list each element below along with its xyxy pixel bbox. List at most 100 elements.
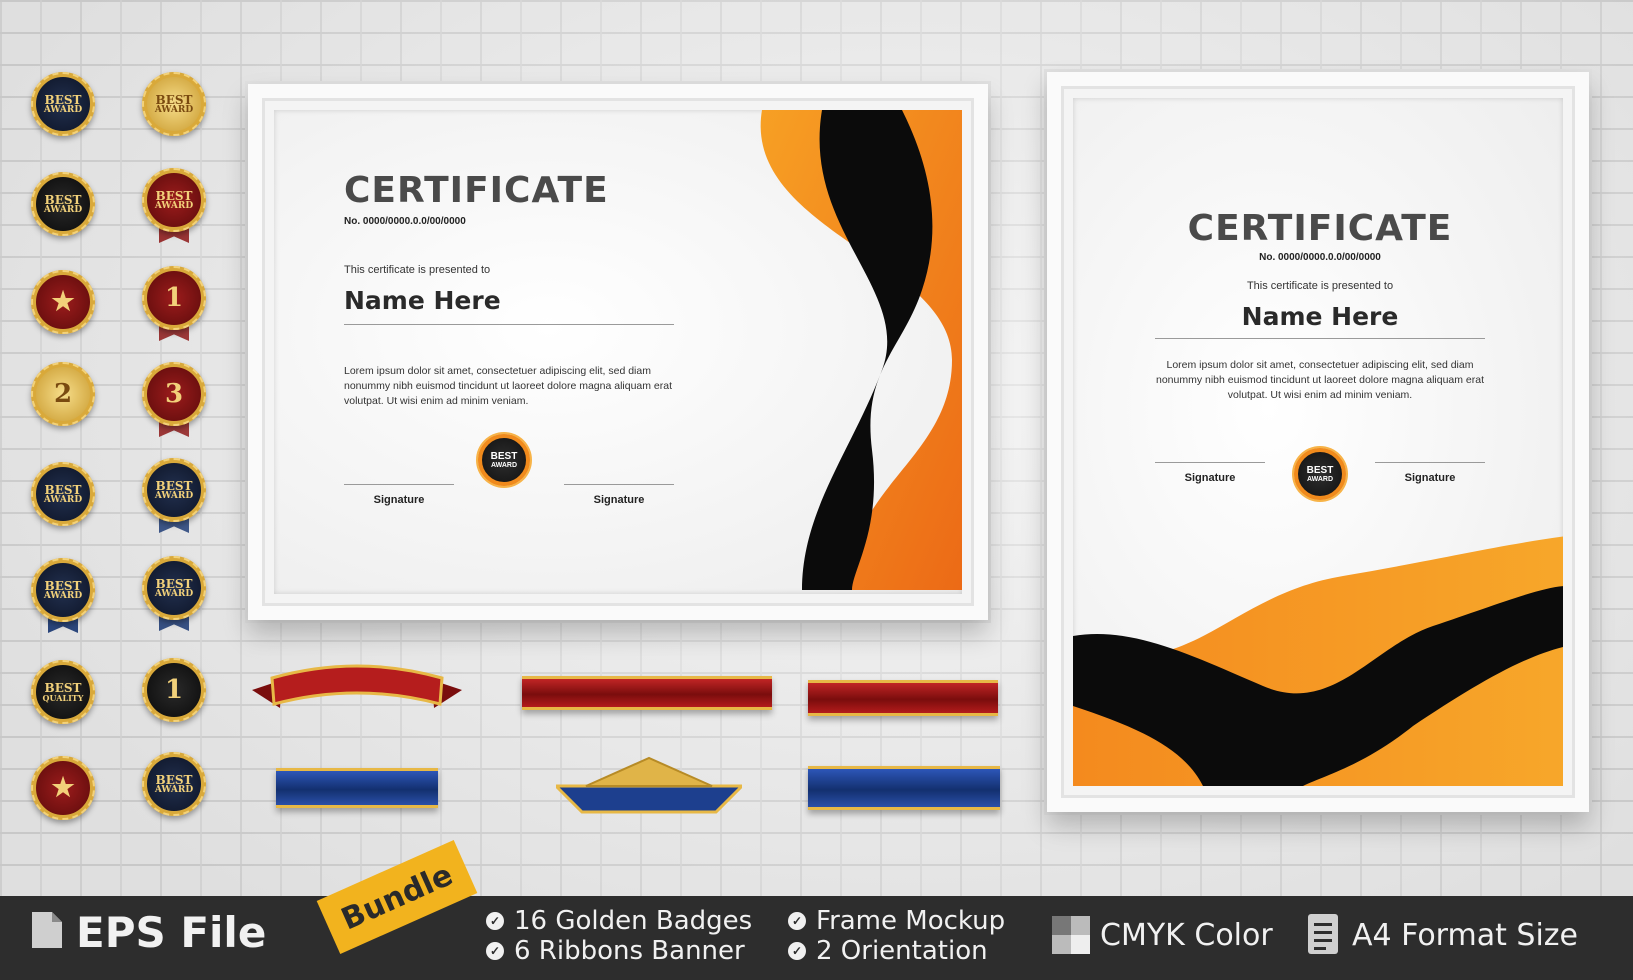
badge-text: AWARD — [154, 200, 194, 211]
badge-text: BEST — [44, 92, 82, 107]
badge-first-place-black: 1 — [142, 658, 206, 722]
check-icon: ✓ — [486, 942, 504, 960]
badge-text: BEST — [155, 92, 193, 107]
signature-label-right: Signature — [1404, 472, 1456, 484]
badge-number: 1 — [164, 283, 184, 313]
badge-best-award-gold: BEST AWARD — [142, 72, 206, 136]
badge-number: 1 — [164, 675, 184, 705]
badge-text: BEST — [155, 772, 193, 787]
file-type-label: EPS File — [76, 908, 267, 957]
feature-orientation: 2 Orientation — [816, 936, 988, 966]
badge-text: BEST — [44, 482, 82, 497]
badge-text: AWARD — [43, 204, 83, 215]
badge-best-award-navy: BEST AWARD — [31, 72, 95, 136]
bundle-tag: Bundle — [316, 840, 478, 954]
badge-ribbon — [159, 609, 189, 631]
check-icon: ✓ — [788, 912, 806, 930]
signature-label-left: Signature — [373, 494, 425, 506]
badge-text: BEST — [155, 576, 193, 591]
certificate-title: CERTIFICATE — [1187, 208, 1453, 249]
badge-best-award-navy-4: BEST AWARD — [31, 558, 95, 633]
seal-ribbon — [1298, 494, 1342, 516]
file-icon — [32, 912, 62, 948]
signature-line-right — [1375, 462, 1485, 463]
recipient-name: Name Here — [1241, 302, 1399, 331]
orange-black-wave — [1073, 536, 1563, 786]
signature-line-left — [1155, 462, 1265, 463]
certificate-body: Lorem ipsum dolor sit amet, consectetuer… — [344, 365, 673, 407]
badge-best-award-red: BEST AWARD — [142, 168, 206, 243]
orange-black-wave — [760, 110, 962, 590]
landscape-frame: CERTIFICATE No. 0000/0000.0.0/00/0000 Th… — [248, 84, 988, 620]
color-mode-label: CMYK Color — [1100, 918, 1273, 953]
star-icon: ★ — [51, 287, 75, 317]
badge-star-laurel: ★ — [31, 756, 95, 820]
badge-text: AWARD — [154, 588, 194, 599]
badge-ribbon — [48, 611, 78, 633]
badge-text: BEST — [44, 578, 82, 593]
badge-best-quality: BEST QUALITY — [31, 660, 95, 724]
badge-text: BEST — [155, 188, 193, 203]
star-icon: ★ — [51, 773, 75, 803]
feature-frame-mockup: Frame Mockup — [816, 906, 1006, 936]
document-icon — [1308, 914, 1338, 954]
best-award-seal: BEST AWARD — [478, 434, 530, 502]
certificate-number: No. 0000/0000.0.0/00/0000 — [1259, 252, 1381, 263]
badge-best-award-black: BEST AWARD — [31, 172, 95, 236]
badge-ribbon — [159, 221, 189, 243]
badge-text: AWARD — [154, 784, 194, 795]
badge-text: AWARD — [43, 590, 83, 601]
signature-label-left: Signature — [1184, 472, 1236, 484]
landscape-certificate: CERTIFICATE No. 0000/0000.0.0/00/0000 Th… — [274, 110, 962, 594]
badge-ribbon — [159, 415, 189, 437]
seal-text: AWARD — [490, 461, 518, 469]
seal-text: BEST — [1306, 464, 1334, 476]
badge-text: BEST — [155, 478, 193, 493]
blue-boat-ribbon — [556, 756, 742, 814]
name-underline — [344, 324, 674, 325]
badge-ribbon — [159, 319, 189, 341]
portrait-certificate: CERTIFICATE No. 0000/0000.0.0/00/0000 Th… — [1073, 98, 1563, 786]
badge-star-red: ★ — [31, 270, 95, 334]
bundle-label: Bundle — [336, 857, 458, 937]
signature-line-right — [564, 484, 674, 485]
presented-to-label: This certificate is presented to — [344, 264, 491, 276]
seal-text: AWARD — [1306, 475, 1334, 483]
certificate-body: Lorem ipsum dolor sit amet, consectetuer… — [1155, 359, 1485, 401]
badge-best-award-laurel: BEST AWARD — [142, 752, 206, 816]
certificate-number: No. 0000/0000.0.0/00/0000 — [344, 216, 466, 227]
signature-line-left — [344, 484, 454, 485]
check-icon: ✓ — [486, 912, 504, 930]
check-icon: ✓ — [788, 942, 806, 960]
certificate-title: CERTIFICATE — [344, 170, 609, 211]
blue-oval-ribbon — [276, 768, 438, 808]
badge-best-award-navy-3: BEST AWARD — [142, 458, 206, 533]
feature-footer: EPS File Bundle ✓ 16 Golden Badges ✓ 6 R… — [0, 840, 1633, 980]
red-straight-ribbon — [522, 676, 772, 710]
recipient-name: Name Here — [344, 286, 501, 315]
badge-text: AWARD — [43, 494, 83, 505]
badge-best-award-navy-2: BEST AWARD — [31, 462, 95, 526]
cmyk-icon — [1052, 916, 1090, 954]
red-flag-ribbon — [808, 680, 998, 716]
badge-number: 2 — [53, 379, 73, 409]
portrait-frame: CERTIFICATE No. 0000/0000.0.0/00/0000 Th… — [1047, 72, 1589, 812]
best-award-seal: BEST AWARD — [1294, 448, 1346, 516]
presented-to-label: This certificate is presented to — [1246, 280, 1394, 292]
badge-best-award-navy-5: BEST AWARD — [142, 556, 206, 631]
red-curved-ribbon — [252, 664, 462, 708]
badge-first-place: 1 — [142, 266, 206, 341]
format-label: A4 Format Size — [1352, 918, 1578, 953]
feature-ribbons: 6 Ribbons Banner — [514, 936, 745, 966]
feature-badges: 16 Golden Badges — [514, 906, 753, 936]
badge-number: 3 — [164, 379, 184, 409]
blue-straight-ribbon — [808, 766, 1000, 810]
badge-text: AWARD — [154, 490, 194, 501]
signature-label-right: Signature — [593, 494, 645, 506]
badge-ribbon — [159, 511, 189, 533]
seal-ribbon — [482, 480, 526, 502]
badge-text: AWARD — [43, 104, 83, 115]
seal-text: BEST — [490, 450, 518, 462]
badge-text: AWARD — [154, 104, 194, 115]
name-underline — [1155, 338, 1485, 339]
